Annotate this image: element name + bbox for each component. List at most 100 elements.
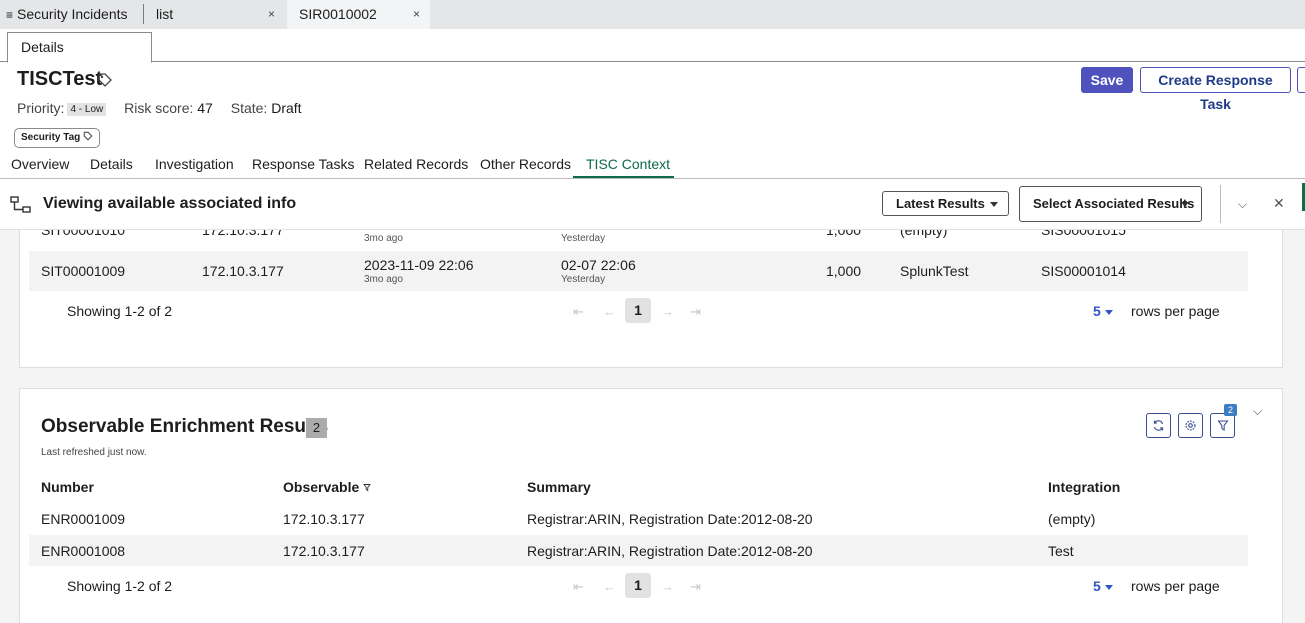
- hierarchy-icon: [10, 196, 32, 217]
- tag-icon[interactable]: [97, 72, 113, 91]
- risk-score-label: Risk score:: [124, 100, 194, 116]
- sighting-updated: 02-07 22:06: [561, 257, 636, 273]
- column-header-integration[interactable]: Integration: [1048, 479, 1120, 495]
- page-number-button[interactable]: 1: [625, 298, 651, 323]
- tab-overview[interactable]: Overview: [11, 156, 69, 172]
- latest-results-label: Latest Results: [896, 196, 985, 211]
- security-tag-button[interactable]: Security Tag: [14, 128, 101, 148]
- tab-tisc-context[interactable]: TISC Context: [586, 156, 670, 172]
- enrichment-number-link[interactable]: ENR0001008: [41, 543, 125, 559]
- context-scroll-area[interactable]: SIT00001010 172.10.3.177 3mo ago Yesterd…: [0, 230, 1305, 623]
- caret-down-icon[interactable]: [1105, 585, 1113, 590]
- page-title: TISCTest: [17, 68, 103, 90]
- next-page-icon[interactable]: →: [661, 304, 674, 319]
- enrichment-integration-link[interactable]: Test: [1048, 543, 1074, 559]
- column-header-number[interactable]: Number: [41, 479, 94, 495]
- close-icon[interactable]: ×: [413, 0, 420, 28]
- prev-page-icon[interactable]: ←: [603, 579, 616, 594]
- enrichment-title: Observable Enrichment Results: [41, 416, 329, 437]
- sighting-created: 2023-11-09 22:06: [364, 257, 474, 273]
- filter-count-badge: 2: [1224, 404, 1237, 416]
- enrichment-summary: Registrar:ARIN, Registration Date:2012-0…: [527, 543, 813, 559]
- divider: [1220, 185, 1221, 223]
- last-page-icon[interactable]: ⇥: [690, 304, 701, 320]
- close-icon[interactable]: ×: [268, 4, 275, 24]
- tab-details-nav[interactable]: Details: [90, 156, 133, 172]
- sighting-created-ago: 3mo ago: [364, 274, 403, 285]
- last-refreshed-text: Last refreshed just now.: [41, 447, 147, 458]
- column-header-observable-label: Observable: [283, 479, 360, 495]
- sighting-integration-link[interactable]: SplunkTest: [900, 263, 968, 279]
- create-response-task-button[interactable]: Create Response Task: [1140, 67, 1291, 112]
- sighting-integration: (empty): [900, 230, 948, 238]
- tag-icon: [83, 131, 93, 141]
- context-panel-title: Viewing available associated info: [43, 195, 297, 212]
- caret-down-icon: [1181, 202, 1189, 207]
- enrichment-summary: Registrar:ARIN, Registration Date:2012-0…: [527, 511, 813, 527]
- sighting-ip-link[interactable]: 172.10.3.177: [202, 263, 284, 279]
- select-associated-results-dropdown[interactable]: Select Associated Results: [1019, 186, 1202, 222]
- record-meta: Priority: 4 - Low Risk score: 47 State: D…: [17, 100, 302, 116]
- tab-record[interactable]: SIR0010002 ×: [287, 0, 430, 29]
- sighting-sis-link[interactable]: SIS00001015: [1041, 230, 1126, 238]
- tab-security-incidents[interactable]: ≡ Security Incidents: [0, 0, 140, 29]
- sightings-card: SIT00001010 172.10.3.177 3mo ago Yesterd…: [19, 230, 1283, 368]
- close-icon[interactable]: ✕: [1273, 195, 1285, 212]
- filter-button[interactable]: [1210, 413, 1235, 438]
- sighting-number-link[interactable]: SIT00001009: [41, 263, 125, 279]
- sighting-updated-when: Yesterday: [561, 233, 606, 244]
- active-tab-indicator: [573, 176, 674, 178]
- observable-link[interactable]: 172.10.3.177: [283, 511, 365, 527]
- sighting-ip-link[interactable]: 172.10.3.177: [202, 230, 284, 238]
- filter-icon[interactable]: [363, 483, 372, 492]
- sighting-updated-when: Yesterday: [561, 274, 606, 285]
- context-panel-header: Viewing available associated info Latest…: [0, 179, 1305, 230]
- tab-other-records[interactable]: Other Records: [480, 156, 571, 172]
- prev-page-icon[interactable]: ←: [603, 304, 616, 319]
- sighting-count: 1,000: [826, 230, 862, 238]
- state-value: Draft: [271, 100, 302, 116]
- save-button[interactable]: Save: [1081, 67, 1133, 93]
- refresh-button[interactable]: [1146, 413, 1171, 438]
- sighting-sis-link[interactable]: SIS00001014: [1041, 263, 1126, 279]
- tab-investigation[interactable]: Investigation: [155, 156, 234, 172]
- rows-per-page-select[interactable]: 5: [1093, 303, 1101, 319]
- chevron-down-icon[interactable]: ⌵: [1253, 404, 1262, 419]
- chevron-down-icon[interactable]: ⌵: [1238, 197, 1247, 212]
- tab-response-tasks[interactable]: Response Tasks: [252, 156, 354, 172]
- filter-icon: [1216, 420, 1229, 431]
- latest-results-dropdown[interactable]: Latest Results: [882, 191, 1009, 216]
- pagination-summary: Showing 1-2 of 2: [67, 303, 173, 319]
- workspace-tab-strip: ≡ Security Incidents list × SIR0010002 ×: [0, 0, 1305, 29]
- sub-tab-bar: Details: [0, 29, 1305, 63]
- page-number-button[interactable]: 1: [625, 573, 651, 598]
- record-tabs: Overview Details Investigation Response …: [0, 152, 1305, 179]
- rows-per-page-label: rows per page: [1131, 303, 1220, 319]
- settings-button[interactable]: [1178, 413, 1203, 438]
- menu-icon[interactable]: ≡: [6, 8, 13, 22]
- risk-score-value: 47: [197, 100, 213, 116]
- rows-per-page-label: rows per page: [1131, 578, 1220, 594]
- column-header-summary[interactable]: Summary: [527, 479, 591, 495]
- caret-down-icon: [990, 202, 998, 207]
- gear-icon: [1185, 420, 1196, 431]
- sighting-created-ago: 3mo ago: [364, 233, 403, 244]
- next-page-icon[interactable]: →: [661, 579, 674, 594]
- tab-details[interactable]: Details: [7, 32, 152, 63]
- caret-down-icon[interactable]: [1105, 310, 1113, 315]
- sighting-number-link[interactable]: SIT00001010: [41, 230, 125, 238]
- observable-link[interactable]: 172.10.3.177: [283, 543, 365, 559]
- rows-per-page-select[interactable]: 5: [1093, 578, 1101, 594]
- tab-list[interactable]: list ×: [143, 4, 285, 24]
- more-actions-button[interactable]: [1297, 67, 1305, 93]
- tab-list-label: list: [156, 6, 174, 22]
- first-page-icon[interactable]: ⇤: [573, 579, 584, 595]
- tab-security-incidents-label: Security Incidents: [17, 6, 128, 22]
- priority-badge: 4 - Low: [67, 102, 107, 116]
- tab-related-records[interactable]: Related Records: [364, 156, 468, 172]
- first-page-icon[interactable]: ⇤: [573, 304, 584, 320]
- enrichment-number-link[interactable]: ENR0001009: [41, 511, 125, 527]
- last-page-icon[interactable]: ⇥: [690, 579, 701, 595]
- column-header-observable[interactable]: Observable: [283, 479, 372, 495]
- security-tag-label: Security Tag: [21, 132, 81, 143]
